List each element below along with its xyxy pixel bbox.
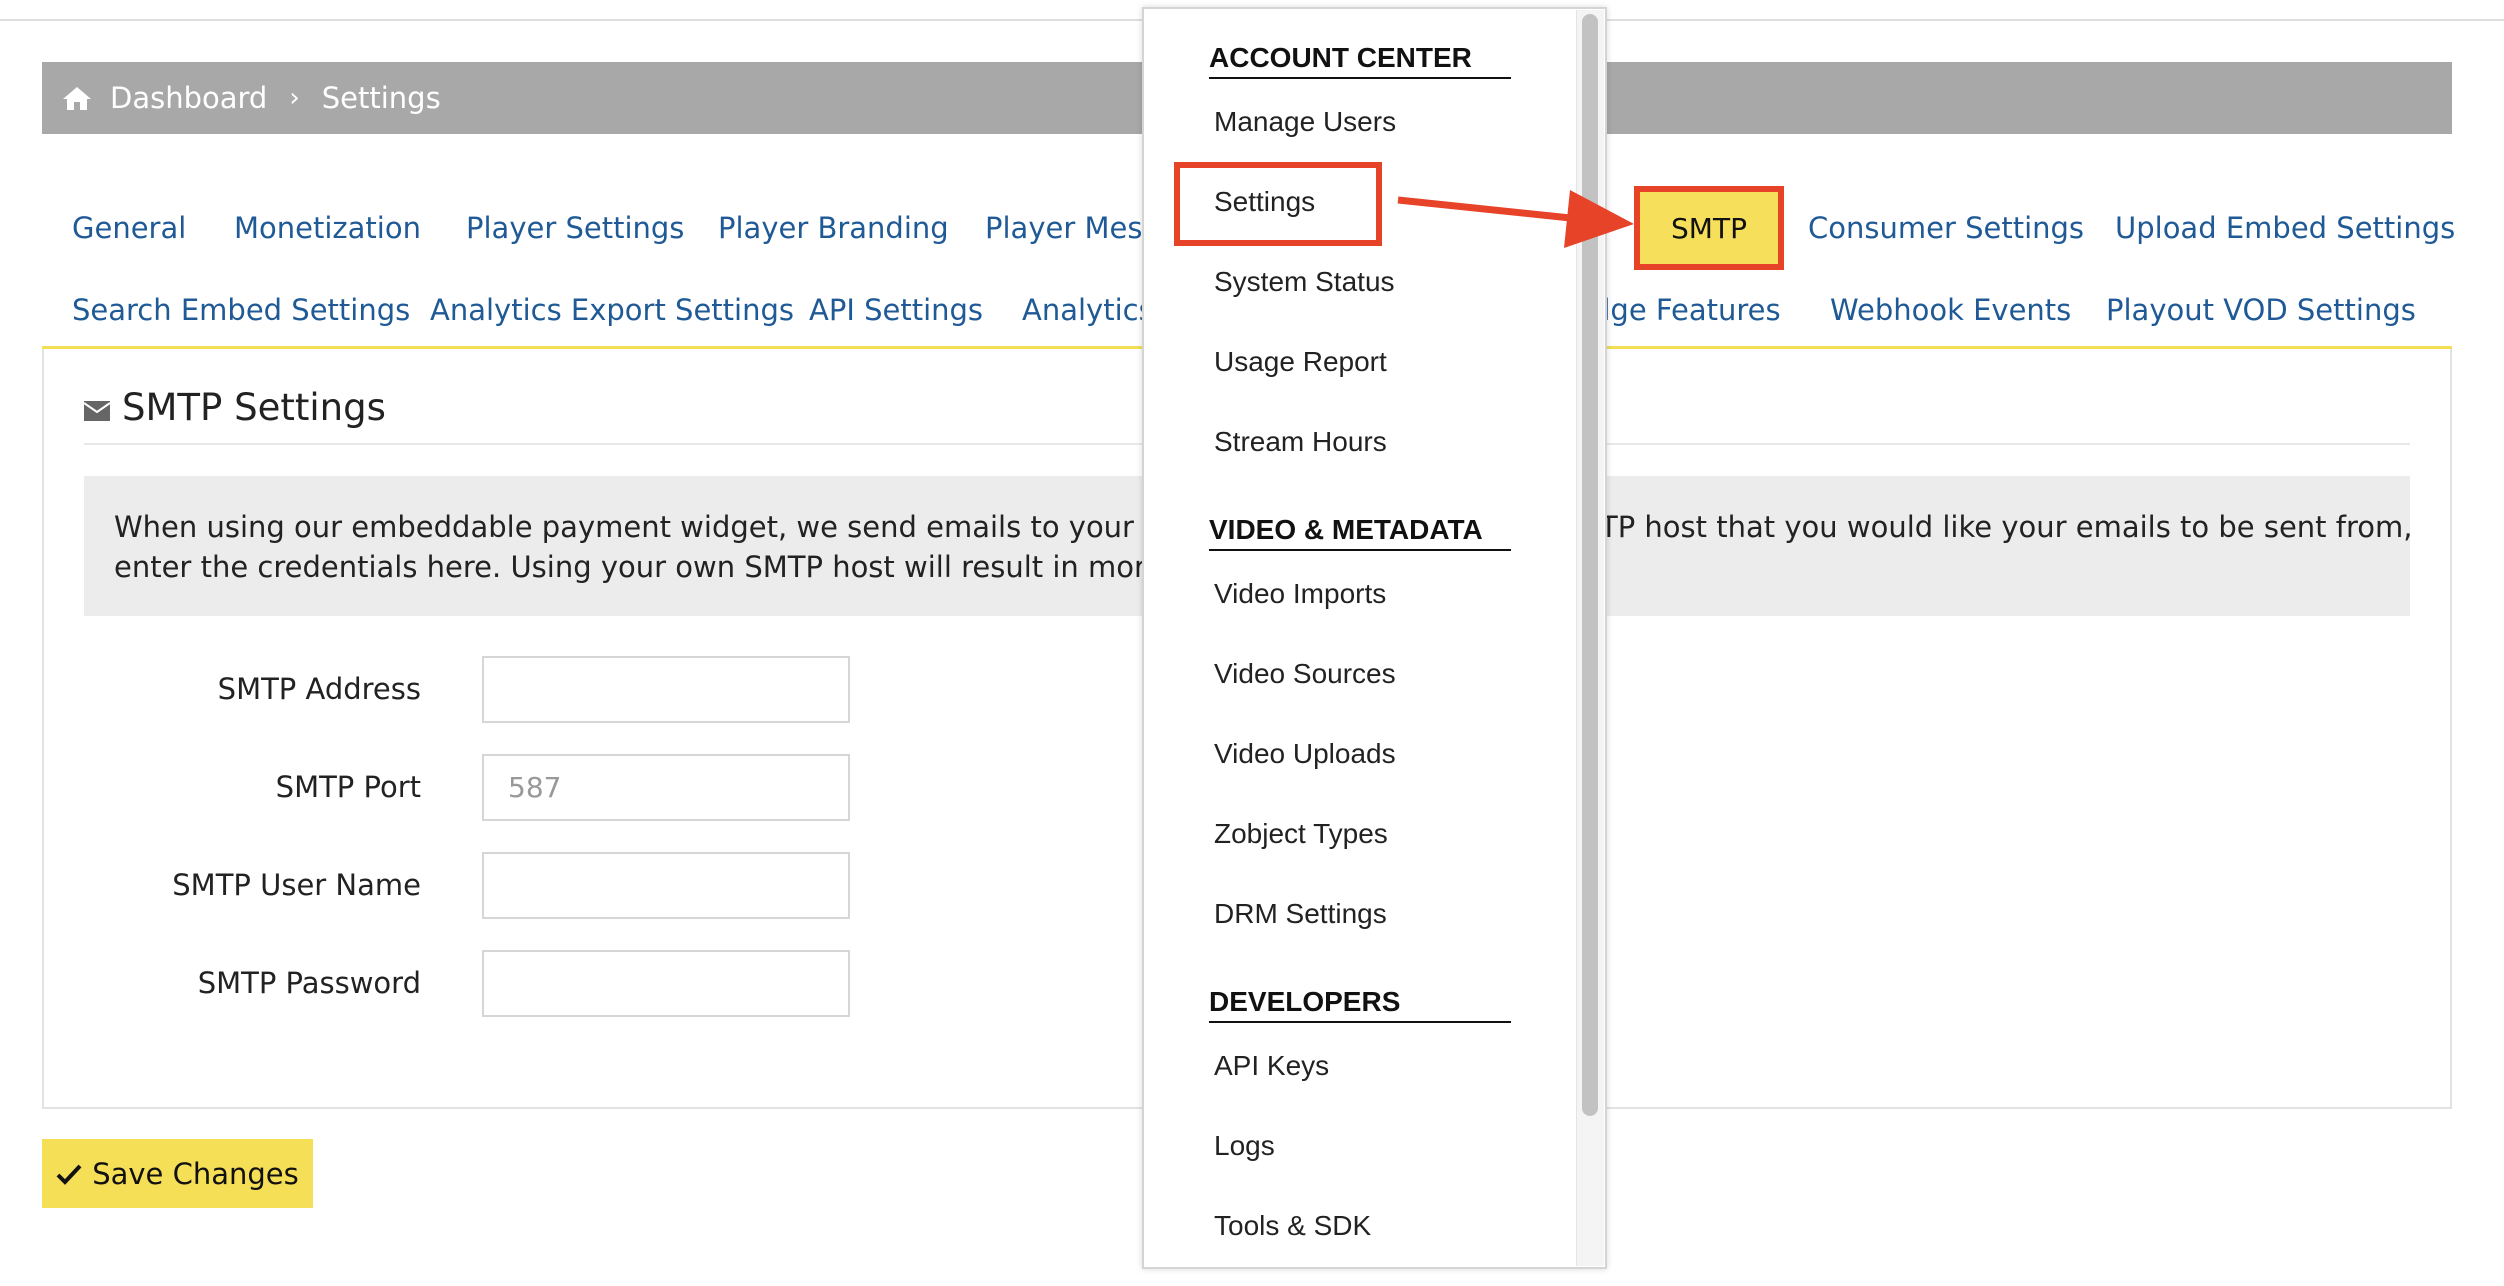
panel-title: SMTP Settings xyxy=(84,386,386,429)
smtp-password-label: SMTP Password xyxy=(197,966,421,1000)
menu-item-video-sources[interactable]: Video Sources xyxy=(1214,658,1396,690)
menu-item-drm-settings[interactable]: DRM Settings xyxy=(1214,898,1387,930)
tab-api-settings[interactable]: API Settings xyxy=(809,293,983,327)
dropdown-header-developers: DEVELOPERS xyxy=(1209,986,1401,1017)
save-changes-label: Save Changes xyxy=(92,1156,299,1191)
menu-item-usage-report[interactable]: Usage Report xyxy=(1214,346,1387,378)
save-changes-button[interactable]: Save Changes xyxy=(42,1139,313,1208)
smtp-address-input[interactable] xyxy=(482,656,850,723)
settings-highlight-box xyxy=(1174,162,1382,246)
tab-search-embed-settings[interactable]: Search Embed Settings xyxy=(72,293,410,327)
dropdown-header-rule xyxy=(1209,549,1511,551)
info-line-1-left: When using our embeddable payment widget… xyxy=(114,510,1268,544)
dropdown-header-video-metadata: VIDEO & METADATA xyxy=(1209,514,1483,545)
tab-webhook-events[interactable]: Webhook Events xyxy=(1830,293,2071,327)
tab-player-branding[interactable]: Player Branding xyxy=(718,211,949,245)
menu-item-stream-hours[interactable]: Stream Hours xyxy=(1214,426,1387,458)
smtp-password-input[interactable] xyxy=(482,950,850,1017)
tab-player-settings[interactable]: Player Settings xyxy=(466,211,684,245)
smtp-username-label: SMTP User Name xyxy=(172,868,421,902)
smtp-port-input[interactable] xyxy=(482,754,850,821)
menu-item-logs[interactable]: Logs xyxy=(1214,1130,1275,1162)
menu-item-manage-users[interactable]: Manage Users xyxy=(1214,106,1396,138)
breadcrumb-separator: › xyxy=(289,83,300,113)
breadcrumb-dashboard-link[interactable]: Dashboard xyxy=(110,81,267,115)
smtp-username-input[interactable] xyxy=(482,852,850,919)
dropdown-header-account-center: ACCOUNT CENTER xyxy=(1209,42,1472,73)
menu-item-tools-sdk[interactable]: Tools & SDK xyxy=(1214,1210,1371,1242)
annotation-arrow-icon xyxy=(1397,190,1634,248)
tab-smtp-label: SMTP xyxy=(1671,211,1747,245)
envelope-icon xyxy=(84,400,110,421)
tab-player-messages[interactable]: Player Mess xyxy=(985,211,1158,245)
smtp-address-label: SMTP Address xyxy=(217,672,421,706)
menu-item-api-keys[interactable]: API Keys xyxy=(1214,1050,1329,1082)
panel-title-text: SMTP Settings xyxy=(122,386,386,429)
tab-consumer-settings[interactable]: Consumer Settings xyxy=(1808,211,2084,245)
tab-analytics[interactable]: Analytics xyxy=(1022,293,1154,327)
smtp-port-label: SMTP Port xyxy=(275,770,421,804)
check-icon xyxy=(56,1164,82,1185)
info-line-1-right: TP host that you would like your emails … xyxy=(1600,510,2413,544)
tab-edge-features[interactable]: dge Features xyxy=(1592,293,1781,327)
dropdown-scrollbar-thumb[interactable] xyxy=(1582,14,1598,1116)
dropdown-header-rule xyxy=(1209,77,1511,79)
menu-item-zobject-types[interactable]: Zobject Types xyxy=(1214,818,1388,850)
dropdown-header-rule xyxy=(1209,1021,1511,1023)
tab-playout-vod-settings[interactable]: Playout VOD Settings xyxy=(2106,293,2416,327)
menu-item-system-status[interactable]: System Status xyxy=(1214,266,1395,298)
tab-general[interactable]: General xyxy=(72,211,186,245)
menu-item-video-uploads[interactable]: Video Uploads xyxy=(1214,738,1396,770)
tab-smtp[interactable]: SMTP xyxy=(1634,186,1784,270)
tab-monetization[interactable]: Monetization xyxy=(234,211,421,245)
tab-upload-embed-settings[interactable]: Upload Embed Settings xyxy=(2115,211,2455,245)
tab-analytics-export-settings[interactable]: Analytics Export Settings xyxy=(430,293,794,327)
home-icon xyxy=(63,87,91,110)
menu-item-video-imports[interactable]: Video Imports xyxy=(1214,578,1386,610)
breadcrumb-current: Settings xyxy=(321,81,441,115)
info-line-2: enter the credentials here. Using your o… xyxy=(114,550,1262,584)
